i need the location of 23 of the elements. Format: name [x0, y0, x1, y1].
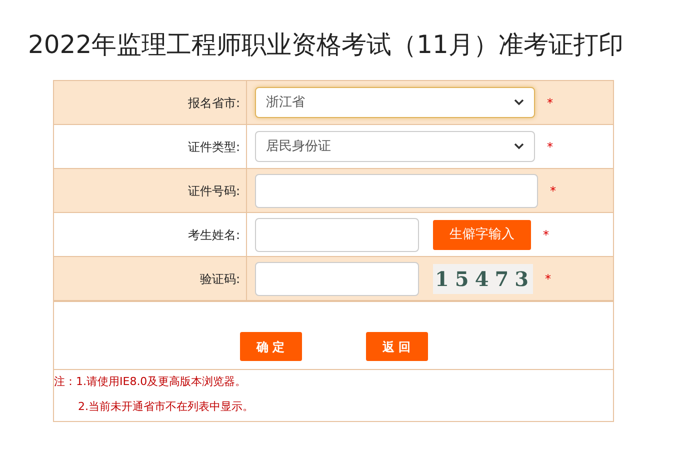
page-title: 2022年监理工程师职业资格考试（11月）准考证打印 — [28, 29, 624, 61]
note-text: 2.当前未开通省市不在列表中显示。 — [77, 398, 254, 414]
dropdown[interactable]: 居民身份证 — [255, 131, 535, 162]
required-mark: * — [547, 138, 553, 156]
field-label: 证件类型: — [188, 138, 240, 156]
required-mark: * — [547, 94, 553, 112]
field-label: 证件号码: — [188, 182, 240, 200]
field-label: 验证码: — [200, 270, 240, 288]
dropdown-value: 浙江省 — [266, 94, 305, 112]
chevron-down-icon — [514, 143, 524, 150]
input-field[interactable] — [255, 174, 538, 208]
input-field[interactable] — [255, 218, 419, 252]
input-field[interactable] — [255, 262, 419, 296]
field-label: 报名省市: — [188, 94, 240, 112]
required-mark: * — [545, 270, 551, 288]
field-label: 考生姓名: — [188, 226, 240, 244]
dropdown-value: 居民身份证 — [266, 138, 331, 156]
dropdown[interactable]: 浙江省 — [255, 87, 535, 118]
captcha-image[interactable]: 15473 — [433, 264, 533, 294]
required-mark: * — [543, 226, 549, 244]
chevron-down-icon — [514, 99, 524, 106]
required-mark: * — [550, 182, 556, 200]
note-text: 注：1.请使用IE8.0及更高版本浏览器。 — [54, 374, 248, 390]
